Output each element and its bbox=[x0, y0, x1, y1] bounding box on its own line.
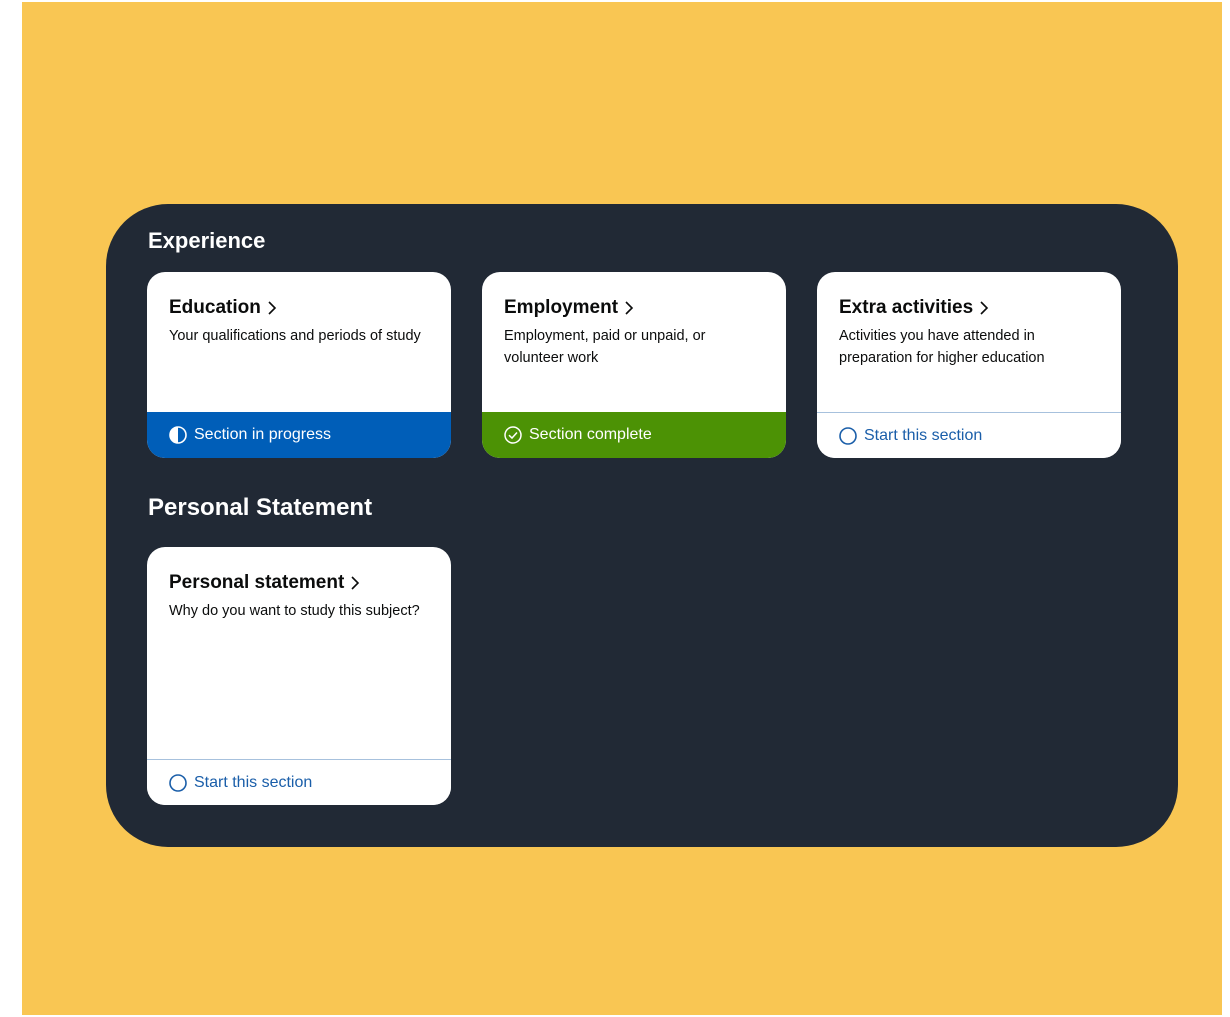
chevron-right-icon bbox=[351, 576, 360, 590]
status-not-started[interactable]: Start this section bbox=[817, 412, 1121, 458]
chevron-right-icon bbox=[980, 301, 989, 315]
status-complete[interactable]: Section complete bbox=[482, 412, 786, 458]
status-label: Section complete bbox=[529, 426, 652, 443]
card-description: Your qualifications and periods of study bbox=[169, 328, 421, 344]
check-circle-icon bbox=[504, 426, 522, 444]
card-extra-activities[interactable]: Extra activities Activities you have att… bbox=[817, 272, 1121, 458]
card-education[interactable]: Education Your qualifications and period… bbox=[147, 272, 451, 458]
half-circle-icon bbox=[169, 426, 187, 444]
card-title-personal-statement: Personal statement bbox=[169, 571, 433, 595]
status-label: Start this section bbox=[194, 773, 313, 791]
card-title-extra-activities: Extra activities bbox=[839, 296, 1103, 320]
section-title-experience: Experience bbox=[148, 228, 266, 253]
empty-circle-icon bbox=[169, 773, 187, 792]
status-not-started[interactable]: Start this section bbox=[147, 759, 451, 805]
page-background: Experience Education Your qualifications… bbox=[22, 2, 1222, 1015]
card-personal-statement[interactable]: Personal statement Why do you want to st… bbox=[147, 547, 451, 805]
card-employment[interactable]: Employment Employment, paid or unpaid, o… bbox=[482, 272, 786, 458]
chevron-right-icon bbox=[625, 301, 634, 315]
sections-panel: Experience Education Your qualifications… bbox=[106, 204, 1178, 847]
status-label: Section in progress bbox=[194, 426, 331, 443]
empty-circle-icon bbox=[839, 426, 857, 445]
status-label: Start this section bbox=[864, 426, 983, 444]
chevron-right-icon bbox=[268, 301, 276, 315]
card-description: Activities you have attended in preparat… bbox=[839, 328, 1045, 366]
card-description: Employment, paid or unpaid, or volunteer… bbox=[504, 328, 706, 366]
status-in-progress[interactable]: Section in progress bbox=[147, 412, 451, 458]
section-title-personal-statement: Personal Statement bbox=[148, 494, 373, 521]
card-title-education: Education bbox=[169, 296, 433, 320]
card-description: Why do you want to study this subject? bbox=[169, 603, 420, 619]
card-title-employment: Employment bbox=[504, 296, 768, 320]
